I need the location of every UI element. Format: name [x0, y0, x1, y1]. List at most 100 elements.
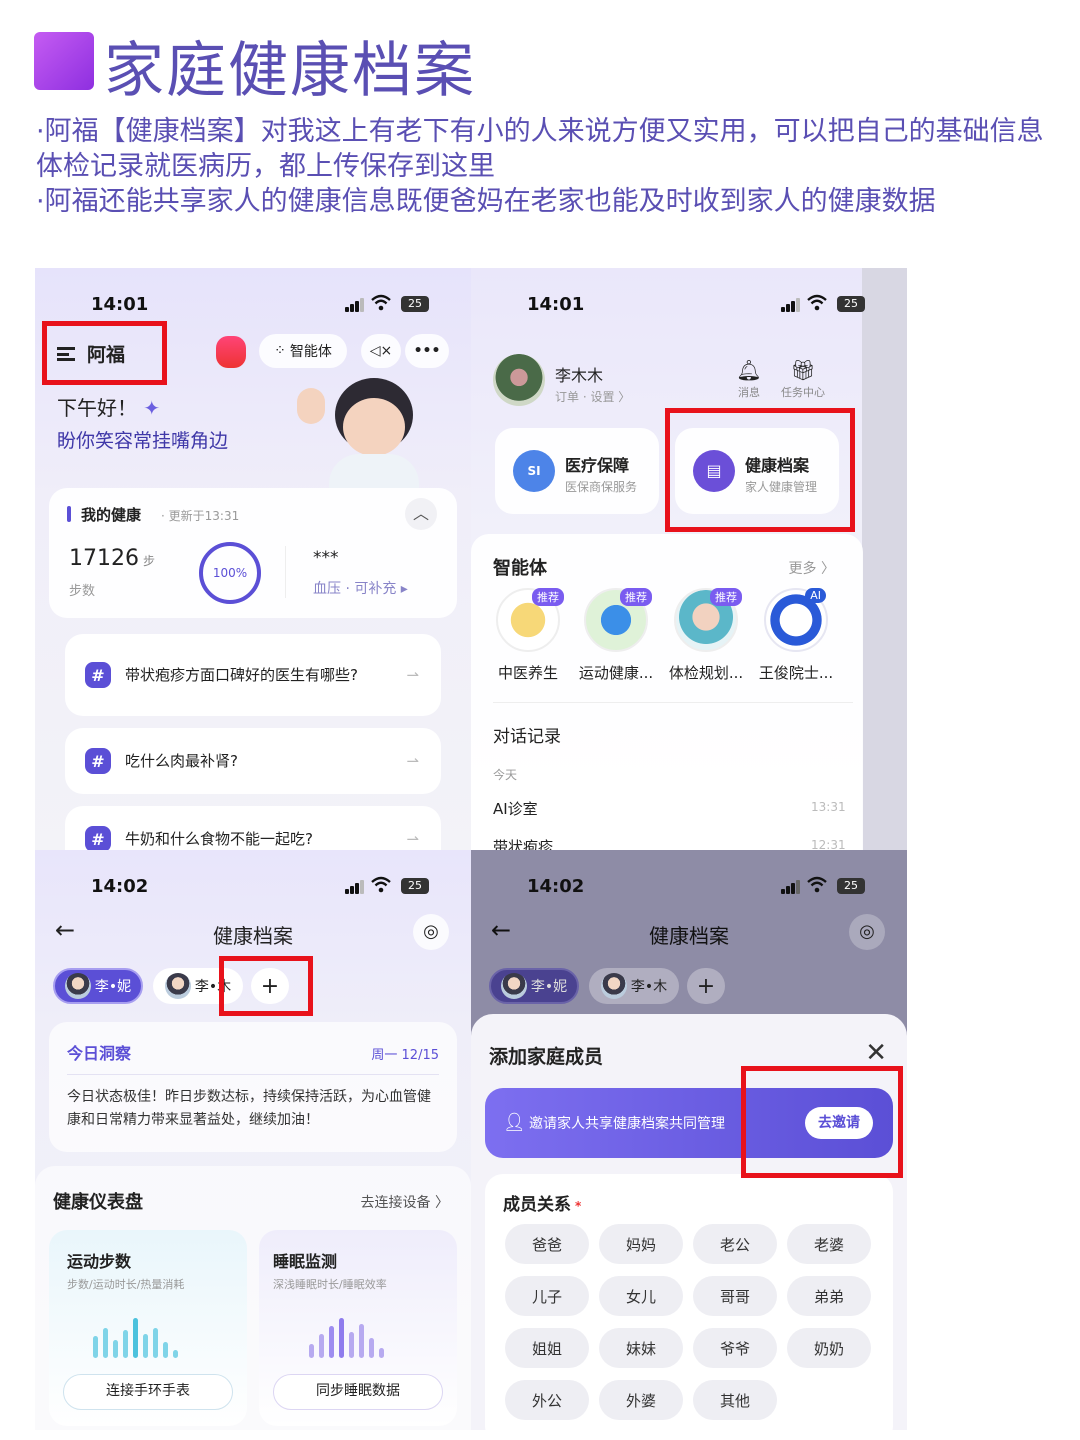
relation-chip[interactable]: 女儿	[599, 1276, 683, 1316]
status-time: 14:02	[91, 876, 149, 897]
status-time: 14:01	[527, 294, 585, 315]
add-user-icon: 👤︎	[503, 1112, 526, 1133]
relation-chip[interactable]: 爷爷	[693, 1328, 777, 1368]
status-time: 14:01	[91, 294, 149, 315]
more-dots-icon: •••	[413, 343, 441, 359]
relation-chip[interactable]: 弟弟	[787, 1276, 871, 1316]
doctor-avatar-illustration	[295, 368, 425, 488]
message-button[interactable]: 🔔︎ 消息	[733, 358, 765, 400]
arrow-icon: ⇀	[406, 752, 419, 770]
add-member-button[interactable]: +	[687, 968, 725, 1004]
sync-sleep-button[interactable]: 同步睡眠数据	[273, 1374, 443, 1410]
agents-title: 智能体	[493, 558, 547, 579]
highlight-box	[42, 321, 167, 385]
status-icons: 25	[781, 294, 867, 312]
agent-item[interactable]: 推荐 运动健康...	[573, 588, 659, 683]
relation-chip[interactable]: 奶奶	[787, 1328, 871, 1368]
relation-panel: 成员关系 * 爸爸 妈妈 老公 老婆儿子 女儿 哥哥 弟弟姐姐 妹妹 爷爷 奶奶外公 外婆 其他	[485, 1174, 893, 1430]
question-card[interactable]: # 吃什么肉最补肾? ⇀	[65, 728, 441, 794]
agent-item[interactable]: 推荐 中医养生	[485, 588, 571, 683]
connect-device-link[interactable]: 去连接设备 〉	[361, 1192, 449, 1212]
insurance-icon: SI	[513, 450, 555, 492]
dashboard-title: 健康仪表盘	[53, 1192, 143, 1213]
connect-band-button[interactable]: 连接手环手表	[63, 1374, 233, 1410]
arrow-icon: ⇀	[406, 666, 419, 684]
relation-title: 成员关系 *	[503, 1195, 582, 1215]
service-medical-insurance[interactable]: SI 医疗保障 医保商保服务	[495, 428, 659, 514]
member-tab[interactable]: 李•木	[589, 968, 679, 1004]
red-envelope-icon[interactable]	[216, 336, 246, 368]
collapse-button[interactable]: ︿	[405, 498, 437, 530]
speaker-mute-icon: ◁×	[369, 343, 393, 359]
mute-button[interactable]: ◁×	[361, 334, 401, 368]
close-icon[interactable]: ✕	[865, 1038, 887, 1068]
question-card[interactable]: # 牛奶和什么食物不能一起吃? ⇀	[65, 806, 441, 850]
user-sub[interactable]: 订单 · 设置 〉	[555, 388, 630, 405]
sparkle-icon: ✦	[137, 396, 161, 420]
highlight-box	[741, 1066, 903, 1178]
history-time: 13:31	[811, 800, 846, 814]
sport-icon: 推荐	[584, 588, 652, 652]
battery-icon: 25	[837, 878, 865, 894]
agent-item[interactable]: 推荐 体检规划...	[663, 588, 749, 683]
invite-text: 邀请家人共享健康档案共同管理	[529, 1116, 725, 1132]
status-time: 14:02	[527, 876, 585, 897]
hash-icon: #	[85, 662, 111, 688]
relation-chip[interactable]: 老婆	[787, 1224, 871, 1264]
battery-icon: 25	[837, 296, 865, 312]
more-link[interactable]: 更多 〉	[789, 558, 835, 578]
health-updated: · 更新于13:31	[161, 509, 240, 523]
steps-progress-ring: 100%	[199, 542, 261, 604]
status-icons: 25	[345, 294, 431, 312]
user-avatar[interactable]	[493, 354, 545, 406]
screen-title: 健康档案	[649, 924, 729, 948]
relation-chip[interactable]: 儿子	[505, 1276, 589, 1316]
settings-button[interactable]: ◎	[413, 914, 449, 950]
relation-chip[interactable]: 外婆	[599, 1380, 683, 1420]
hash-icon: #	[85, 826, 111, 850]
agent-item[interactable]: AI 王俊院士...	[753, 588, 839, 683]
question-card[interactable]: # 带状疱疹方面口碑好的医生有哪些? ⇀	[65, 634, 441, 716]
insight-card: 今日洞察 周一 12/15 今日状态极佳！昨日步数达标，持续保持活跃，为心血管健…	[49, 1022, 457, 1152]
bell-icon: 🔔︎	[736, 358, 762, 382]
relation-chip[interactable]: 爸爸	[505, 1224, 589, 1264]
history-time: 12:31	[811, 838, 846, 850]
battery-icon: 25	[401, 878, 429, 894]
relation-chip[interactable]: 姐姐	[505, 1328, 589, 1368]
user-name[interactable]: 李木木	[555, 362, 603, 386]
my-health-card[interactable]: 我的健康 · 更新于13:31 ︿ 17126 步 步数 100% *** 血压 …	[49, 488, 457, 618]
sleep-wave-icon	[309, 1316, 389, 1358]
history-title: 对话记录	[493, 727, 561, 747]
agent-button[interactable]: ⁘ 智能体	[259, 334, 347, 368]
sleep-card[interactable]: 睡眠监测 深浅睡眠时长/睡眠效率 同步睡眠数据	[259, 1230, 457, 1426]
steps-wave-icon	[93, 1316, 183, 1358]
relation-chip[interactable]: 老公	[693, 1224, 777, 1264]
member-tab-active[interactable]: 李•妮	[489, 968, 579, 1004]
more-button[interactable]: •••	[405, 334, 449, 368]
settings-button[interactable]: ◎	[849, 914, 885, 950]
bp-link[interactable]: 血压 · 可补充 ▸	[313, 578, 408, 598]
member-tab-active[interactable]: 李•妮	[53, 968, 143, 1004]
steps-card[interactable]: 运动步数 步数/运动时长/热量消耗 连接手环手表	[49, 1230, 247, 1426]
lung-icon: AI	[764, 588, 828, 652]
task-center-button[interactable]: 🎁︎ 任务中心	[775, 358, 831, 400]
relation-chip[interactable]: 妹妹	[599, 1328, 683, 1368]
avatar	[500, 973, 527, 999]
history-item[interactable]: 带状疱疹	[493, 836, 553, 850]
relation-chip[interactable]: 妈妈	[599, 1224, 683, 1264]
relation-chip[interactable]: 外公	[505, 1380, 589, 1420]
chevron-up-icon: ︿	[412, 504, 429, 523]
wifi-icon	[807, 876, 827, 893]
nurse-avatar-icon: 推荐	[674, 588, 742, 652]
history-date: 今天	[493, 768, 518, 782]
screen-title: 健康档案	[213, 924, 293, 948]
relation-chip[interactable]: 其他	[693, 1380, 777, 1420]
screen-profile: 14:01 25 李木木 订单 · 设置 〉 🔔︎ 消息 🎁︎ 任务中心 SI …	[471, 268, 907, 850]
greeting: 下午好！ ✦	[57, 396, 161, 420]
insight-title: 今日洞察	[67, 1044, 132, 1063]
history-item[interactable]: AI诊室	[493, 798, 538, 819]
screen-home: 14:01 25 阿福 ⁘ 智能体 ◁× ••• 下午好！ ✦ 盼你笑容常挂嘴角边…	[35, 268, 471, 850]
steps-unit: 步	[143, 554, 156, 568]
steps-label: 步数	[69, 584, 96, 599]
relation-chip[interactable]: 哥哥	[693, 1276, 777, 1316]
